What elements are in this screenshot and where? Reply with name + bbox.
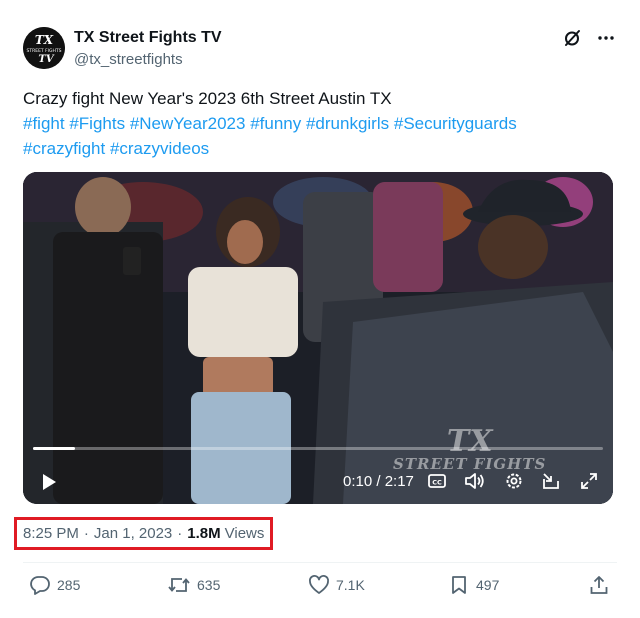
hashtag[interactable]: #Securityguards: [394, 114, 517, 133]
reply-button[interactable]: 285: [29, 574, 80, 596]
fullscreen-icon[interactable]: [579, 471, 599, 496]
author-avatar[interactable]: TX STREET FIGHTS TV: [23, 27, 65, 69]
views-count: 1.8M: [187, 525, 221, 542]
views-label: Views: [224, 525, 265, 542]
hashtag[interactable]: #Fights: [69, 114, 125, 133]
share-icon: [590, 576, 608, 594]
captions-icon[interactable]: CC: [427, 471, 447, 496]
reply-count: 285: [57, 577, 81, 593]
repost-count: 635: [197, 577, 221, 593]
reply-icon: [30, 576, 50, 595]
meta-separator: ·: [177, 525, 183, 542]
divider: [23, 562, 617, 563]
svg-text:TX: TX: [35, 33, 54, 47]
tweet-date[interactable]: Jan 1, 2023: [94, 525, 172, 542]
repost-icon: [168, 578, 190, 592]
tweet-time[interactable]: 8:25 PM: [23, 525, 79, 542]
hashtag[interactable]: #crazyvideos: [110, 139, 209, 158]
hashtag[interactable]: #drunkgirls: [306, 114, 389, 133]
video-progress-fill: [33, 447, 75, 450]
author-handle[interactable]: @tx_streetfights: [74, 51, 183, 68]
hashtag[interactable]: #NewYear2023: [130, 114, 246, 133]
pip-icon[interactable]: [541, 471, 561, 496]
like-count: 7.1K: [336, 577, 365, 593]
hashtag[interactable]: #crazyfight: [23, 139, 105, 158]
svg-text:TV: TV: [38, 54, 54, 65]
tweet-metadata: 8:25 PM · Jan 1, 2023 · 1.8M Views: [14, 517, 274, 550]
like-button[interactable]: 7.1K: [308, 574, 365, 596]
tweet-text-line: Crazy fight New Year's 2023 6th Street A…: [23, 89, 392, 108]
video-player[interactable]: TX STREET FIGHTS 0:10 / 2:17 CC: [23, 172, 613, 504]
share-button[interactable]: [588, 574, 610, 596]
hashtag-list: #fight #Fights #NewYear2023 #funny #drun…: [23, 111, 613, 161]
bookmark-button[interactable]: 497: [448, 574, 499, 596]
bookmark-count: 497: [476, 577, 500, 593]
meta-separator: ·: [83, 525, 89, 542]
author-name[interactable]: TX Street Fights TV: [74, 29, 222, 47]
video-time: 0:10 / 2:17: [343, 473, 414, 490]
more-icon[interactable]: [596, 28, 616, 48]
grok-icon[interactable]: [562, 28, 582, 48]
hashtag[interactable]: #fight: [23, 114, 65, 133]
play-icon[interactable]: [39, 472, 59, 497]
heart-icon: [309, 575, 329, 594]
action-bar: 285 635 7.1K 497: [23, 574, 616, 598]
avatar-logo: TX STREET FIGHTS TV: [23, 27, 65, 69]
header-actions: [562, 28, 616, 48]
settings-icon[interactable]: [504, 471, 524, 496]
volume-icon[interactable]: [464, 471, 486, 496]
svg-text:CC: CC: [432, 479, 442, 487]
video-progress-bar[interactable]: [33, 447, 603, 450]
video-controls: 0:10 / 2:17 CC: [23, 460, 613, 504]
tweet-card: TX STREET FIGHTS TV TX Street Fights TV …: [0, 0, 640, 618]
bookmark-icon: [452, 576, 466, 594]
repost-button[interactable]: 635: [167, 574, 220, 596]
tweet-text: Crazy fight New Year's 2023 6th Street A…: [23, 86, 613, 161]
hashtag[interactable]: #funny: [250, 114, 301, 133]
